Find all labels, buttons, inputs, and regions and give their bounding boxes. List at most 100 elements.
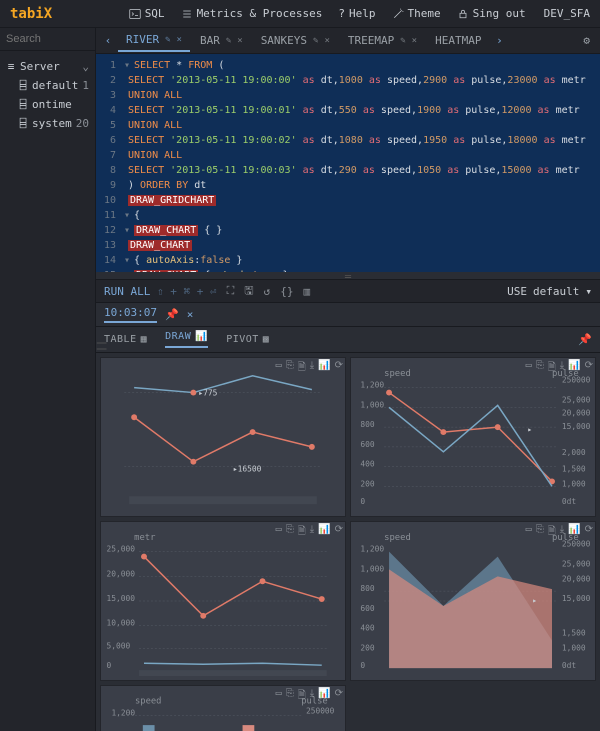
data-icon[interactable]: 🗎 <box>298 524 306 541</box>
sql-button[interactable]: SQL <box>121 0 173 27</box>
svg-text:1,000: 1,000 <box>562 479 586 488</box>
edit-icon[interactable]: ✎ <box>226 36 231 46</box>
download-icon[interactable]: ⤓ <box>560 524 564 541</box>
pivot-icon: ▩ <box>263 334 270 345</box>
server-row[interactable]: ≡ Server ⌄ <box>4 57 91 76</box>
database-icon: ⌸ <box>18 98 28 111</box>
download-icon[interactable]: ⤓ <box>310 524 314 541</box>
bar-icon[interactable]: 📊 <box>318 360 330 377</box>
metrics-button[interactable]: Metrics & Processes <box>173 0 331 27</box>
tab-heatmap[interactable]: HEATMAP <box>427 30 489 52</box>
view-tabs: TABLE▦ DRAW📊 PIVOT▩ 📌 <box>96 327 600 353</box>
sql-editor[interactable]: 1▾SELECT * FROM ( 2 SELECT '2013-05-11 1… <box>96 54 600 272</box>
svg-text:▸16500: ▸16500 <box>233 465 262 474</box>
topbar: tabiX SQL Metrics & Processes ? Help The… <box>0 0 600 28</box>
view-draw[interactable]: DRAW📊 <box>165 331 208 348</box>
copy-icon[interactable]: ⎘ <box>536 360 544 377</box>
edit-icon[interactable]: ✎ <box>165 35 170 45</box>
data-icon[interactable]: 🗎 <box>298 360 306 377</box>
close-icon[interactable]: × <box>177 35 182 45</box>
crop-icon[interactable]: ▭ <box>526 360 532 377</box>
edit-icon[interactable]: ✎ <box>313 36 318 46</box>
tab-bar[interactable]: BAR ✎ × <box>192 30 251 52</box>
svg-text:2,000: 2,000 <box>562 448 586 457</box>
tab-sankeys[interactable]: SANKEYS ✎ × <box>253 30 338 52</box>
crop-icon[interactable]: ▭ <box>526 524 532 541</box>
signout-button[interactable]: Sing out <box>449 0 534 27</box>
tabs-next-icon[interactable]: › <box>491 34 507 47</box>
svg-text:20,000: 20,000 <box>562 574 591 583</box>
svg-text:1,000: 1,000 <box>562 643 586 652</box>
data-icon[interactable]: 🗎 <box>548 524 556 541</box>
close-icon[interactable]: × <box>324 36 329 46</box>
db-ontime[interactable]: ⌸ ontime <box>4 95 91 114</box>
download-icon[interactable]: ⤓ <box>560 360 564 377</box>
layout-icon[interactable]: ▥ <box>304 285 311 298</box>
copy-icon[interactable]: ⎘ <box>536 524 544 541</box>
copy-icon[interactable]: ⎘ <box>286 688 294 705</box>
crop-icon[interactable]: ▭ <box>276 688 282 705</box>
svg-text:25,000: 25,000 <box>562 395 591 404</box>
copy-icon[interactable]: ⎘ <box>286 524 294 541</box>
bar-icon[interactable]: 📊 <box>568 524 580 541</box>
data-icon[interactable]: 🗎 <box>548 360 556 377</box>
wand-icon <box>392 8 404 20</box>
svg-text:0: 0 <box>106 661 111 670</box>
db-default[interactable]: ⌸ default 1 <box>4 76 91 95</box>
help-button[interactable]: ? Help <box>330 0 383 27</box>
run-all-button[interactable]: RUN ALL ⇧ + ⌘ + ⏎ <box>104 285 217 298</box>
pin-icon[interactable]: 📌 <box>165 308 179 321</box>
result-tabs: 10:03:07 📌 × <box>96 303 600 327</box>
bar-icon[interactable]: 📊 <box>568 360 580 377</box>
result-tab-time[interactable]: 10:03:07 <box>104 306 157 323</box>
menu-icon: ≡ <box>6 60 16 73</box>
history-icon[interactable]: ↺ <box>264 285 271 298</box>
database-icon: ⌸ <box>18 117 28 130</box>
close-icon[interactable]: × <box>237 36 242 46</box>
fullscreen-icon[interactable]: ⛶ <box>227 284 235 298</box>
data-icon[interactable]: 🗎 <box>298 688 306 705</box>
close-icon[interactable]: × <box>187 308 194 321</box>
refresh-icon[interactable]: ⟳ <box>585 524 593 541</box>
crop-icon[interactable]: ▭ <box>276 524 282 541</box>
crop-icon[interactable]: ▭ <box>276 360 282 377</box>
tab-treemap[interactable]: TREEMAP ✎ × <box>340 30 425 52</box>
save-icon[interactable]: 🖫 <box>244 282 253 301</box>
svg-text:1,000: 1,000 <box>360 400 384 409</box>
svg-text:▸: ▸ <box>527 425 532 434</box>
svg-text:20,000: 20,000 <box>106 569 135 578</box>
env-label: DEV_SFA <box>534 7 600 20</box>
use-db-select[interactable]: USE default ▾ <box>507 285 592 298</box>
editor-tabs: ‹ RIVER ✎ × BAR ✎ × SANKEYS ✎ × TREEMAP … <box>96 28 600 54</box>
download-icon[interactable]: ⤓ <box>310 360 314 377</box>
svg-text:250000: 250000 <box>562 376 591 385</box>
download-icon[interactable]: ⤓ <box>310 688 314 705</box>
edit-icon[interactable]: ✎ <box>400 36 405 46</box>
svg-text:metr: metr <box>134 533 155 543</box>
view-table[interactable]: TABLE▦ <box>104 334 147 345</box>
bar-icon[interactable]: 📊 <box>318 688 330 705</box>
db-system[interactable]: ⌸ system 20 <box>4 114 91 133</box>
refresh-icon[interactable]: ⟳ <box>585 360 593 377</box>
pin-icon[interactable]: 📌 <box>578 333 592 346</box>
refresh-icon[interactable]: ⟳ <box>335 360 343 377</box>
svg-text:250000: 250000 <box>562 540 591 549</box>
refresh-icon[interactable]: ⟳ <box>335 688 343 705</box>
lock-icon <box>457 8 469 20</box>
close-icon[interactable]: × <box>412 36 417 46</box>
svg-text:0dt: 0dt <box>562 497 576 506</box>
copy-icon[interactable]: ⎘ <box>286 360 294 377</box>
tab-river[interactable]: RIVER ✎ × <box>118 30 190 52</box>
svg-text:0: 0 <box>360 661 365 670</box>
splitter-handle[interactable]: ═ <box>96 272 600 279</box>
theme-button[interactable]: Theme <box>384 0 449 27</box>
svg-text:20,000: 20,000 <box>562 408 591 417</box>
svg-text:600: 600 <box>360 604 375 613</box>
gear-icon[interactable]: ⚙ <box>577 34 596 47</box>
svg-text:15,000: 15,000 <box>562 422 591 431</box>
view-pivot[interactable]: PIVOT▩ <box>226 334 269 345</box>
refresh-icon[interactable]: ⟳ <box>335 524 343 541</box>
braces-icon[interactable]: {} <box>280 285 293 298</box>
bar-icon[interactable]: 📊 <box>318 524 330 541</box>
tabs-prev-icon[interactable]: ‹ <box>100 34 116 47</box>
